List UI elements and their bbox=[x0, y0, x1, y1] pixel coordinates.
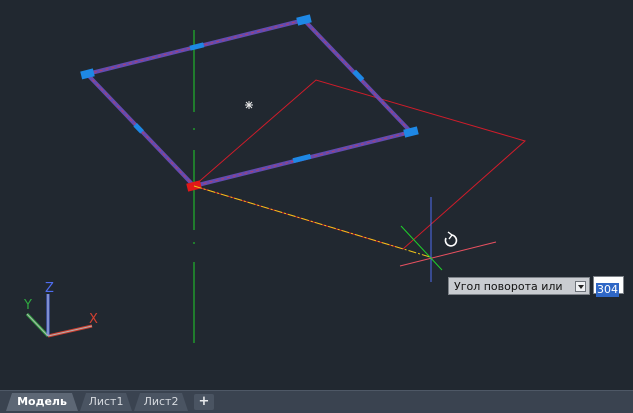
ucs-z-label: Z bbox=[45, 281, 54, 296]
tab-sheet2[interactable]: Лист2 bbox=[134, 393, 188, 411]
asterisk-marker-icon bbox=[245, 101, 253, 109]
drawing-canvas[interactable]: X Y Z bbox=[0, 0, 633, 390]
ucs-icon: X Y Z bbox=[23, 281, 98, 338]
tab-model[interactable]: Модель bbox=[6, 393, 78, 411]
options-dropdown-arrow-icon[interactable] bbox=[575, 280, 586, 292]
rotation-angle-input[interactable]: 304 bbox=[593, 276, 624, 297]
rotate-icon bbox=[444, 231, 458, 247]
ucs-y-label: Y bbox=[23, 298, 32, 313]
add-layout-button[interactable]: + bbox=[194, 394, 214, 410]
tab-sheet1[interactable]: Лист1 bbox=[80, 393, 132, 411]
ucs-x-label: X bbox=[89, 312, 98, 327]
rotation-angle-prompt-label: Угол поворота или bbox=[454, 279, 563, 293]
rotation-preview-rectangle bbox=[192, 79, 527, 250]
layout-tab-bar: Модель Лист1 Лист2 + bbox=[0, 390, 633, 413]
rotation-angle-value: 304 bbox=[596, 283, 619, 297]
drawing-viewport[interactable]: X Y Z Угол поворота или 304 bbox=[0, 0, 633, 390]
dynamic-input-prompt[interactable]: Угол поворота или bbox=[448, 277, 590, 295]
